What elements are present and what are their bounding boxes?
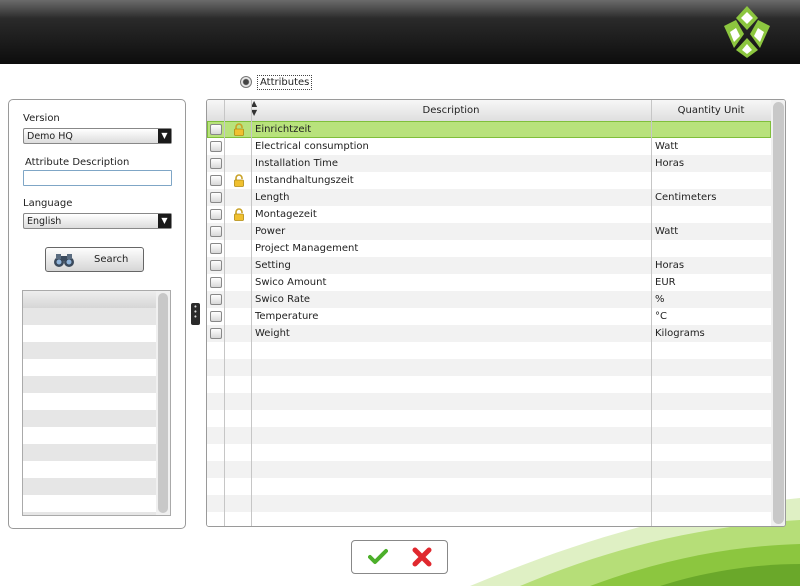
search-button-label: Search xyxy=(94,254,129,265)
row-checkbox[interactable] xyxy=(210,277,222,288)
grid-scrollbar[interactable] xyxy=(771,100,785,526)
results-list xyxy=(22,290,171,516)
table-row[interactable]: Power Watt xyxy=(207,223,771,240)
row-checkbox[interactable] xyxy=(210,260,222,271)
version-select-value: Demo HQ xyxy=(27,131,73,142)
cell-description: Temperature xyxy=(255,311,319,322)
attributes-radio-label: Attributes xyxy=(257,74,313,90)
column-header-description[interactable]: Description xyxy=(251,105,651,116)
lock-icon xyxy=(233,208,245,221)
search-button[interactable]: Search xyxy=(45,247,144,272)
header-shine xyxy=(0,0,800,18)
row-checkbox[interactable] xyxy=(210,175,222,186)
row-checkbox[interactable] xyxy=(210,158,222,169)
cell-description: Swico Rate xyxy=(255,294,311,305)
panel-collapse-handle[interactable]: • • • xyxy=(191,303,200,325)
row-checkbox[interactable] xyxy=(210,192,222,203)
row-checkbox[interactable] xyxy=(210,294,222,305)
cell-description: Instandhaltungszeit xyxy=(255,175,354,186)
column-divider xyxy=(224,100,225,526)
results-list-rows xyxy=(23,291,156,515)
app-header xyxy=(0,0,800,64)
cell-description: Electrical consumption xyxy=(255,141,369,152)
cell-quantity-unit: °C xyxy=(655,311,667,322)
action-bar xyxy=(351,540,448,574)
table-row[interactable]: Temperature °C xyxy=(207,308,771,325)
cell-quantity-unit: Kilograms xyxy=(655,328,705,339)
grid-body: Einrichtzeit Electrical consumption Watt In… xyxy=(207,121,771,526)
cell-description: Montagezeit xyxy=(255,209,317,220)
attribute-description-input[interactable] xyxy=(23,170,172,186)
chevron-down-icon[interactable]: ▼ xyxy=(158,129,171,143)
cell-quantity-unit: EUR xyxy=(655,277,676,288)
table-row[interactable]: Swico Amount EUR xyxy=(207,274,771,291)
table-row[interactable]: Length Centimeters xyxy=(207,189,771,206)
cell-quantity-unit: Watt xyxy=(655,226,679,237)
table-row[interactable]: Einrichtzeit xyxy=(207,121,771,138)
table-row[interactable]: Setting Horas xyxy=(207,257,771,274)
cell-quantity-unit: Centimeters xyxy=(655,192,717,203)
cell-description: Project Management xyxy=(255,243,359,254)
table-row[interactable]: Instandhaltungszeit xyxy=(207,172,771,189)
lock-icon xyxy=(233,123,245,136)
red-x-icon[interactable] xyxy=(412,547,432,567)
column-divider xyxy=(651,100,652,526)
grid-header: ▲ ▼ Description Quantity Unit xyxy=(207,100,771,122)
table-row[interactable]: Project Management xyxy=(207,240,771,257)
language-label: Language xyxy=(23,198,73,209)
filter-panel: Version Demo HQ ▼ Attribute Description … xyxy=(8,99,186,529)
results-list-header xyxy=(23,291,156,308)
scrollbar-thumb[interactable] xyxy=(773,102,784,524)
cell-description: Weight xyxy=(255,328,290,339)
cell-description: Installation Time xyxy=(255,158,339,169)
lock-icon xyxy=(233,174,245,187)
row-checkbox[interactable] xyxy=(210,141,222,152)
table-row[interactable]: Swico Rate% xyxy=(207,291,771,308)
table-row[interactable]: Electrical consumption Watt xyxy=(207,138,771,155)
results-list-scrollbar[interactable] xyxy=(156,291,170,515)
cell-description: Swico Amount xyxy=(255,277,327,288)
green-check-icon[interactable] xyxy=(368,548,388,566)
row-checkbox[interactable] xyxy=(210,328,222,339)
cell-quantity-unit: % xyxy=(655,294,665,305)
table-row[interactable]: Weight Kilograms xyxy=(207,325,771,342)
attribute-description-label: Attribute Description xyxy=(25,157,130,168)
cell-quantity-unit: Horas xyxy=(655,158,685,169)
row-checkbox[interactable] xyxy=(210,226,222,237)
binoculars-icon xyxy=(54,254,74,267)
attributes-radio[interactable]: Attributes xyxy=(240,74,313,90)
table-row[interactable]: Installation Time Horas xyxy=(207,155,771,172)
row-checkbox[interactable] xyxy=(210,209,222,220)
cell-description: Einrichtzeit xyxy=(255,124,312,135)
row-checkbox[interactable] xyxy=(210,243,222,254)
language-select[interactable]: English ▼ xyxy=(23,213,172,229)
version-select[interactable]: Demo HQ ▼ xyxy=(23,128,172,144)
cell-description: Power xyxy=(255,226,286,237)
table-row[interactable]: Montagezeit xyxy=(207,206,771,223)
row-checkbox[interactable] xyxy=(210,311,222,322)
language-select-value: English xyxy=(27,216,62,227)
cell-description: Length xyxy=(255,192,290,203)
version-label: Version xyxy=(23,113,60,124)
scrollbar-thumb[interactable] xyxy=(158,293,168,513)
column-header-quantity-unit[interactable]: Quantity Unit xyxy=(651,105,771,116)
cell-quantity-unit: Watt xyxy=(655,141,679,152)
attributes-grid: ▲ ▼ Description Quantity Unit Einrichtzei… xyxy=(206,99,786,527)
cell-description: Setting xyxy=(255,260,291,271)
row-checkbox[interactable] xyxy=(210,124,222,135)
column-divider xyxy=(251,100,252,526)
cell-quantity-unit: Horas xyxy=(655,260,685,271)
brand-logo-icon xyxy=(724,6,770,58)
chevron-down-icon[interactable]: ▼ xyxy=(158,214,171,228)
radio-button-icon[interactable] xyxy=(240,76,252,88)
